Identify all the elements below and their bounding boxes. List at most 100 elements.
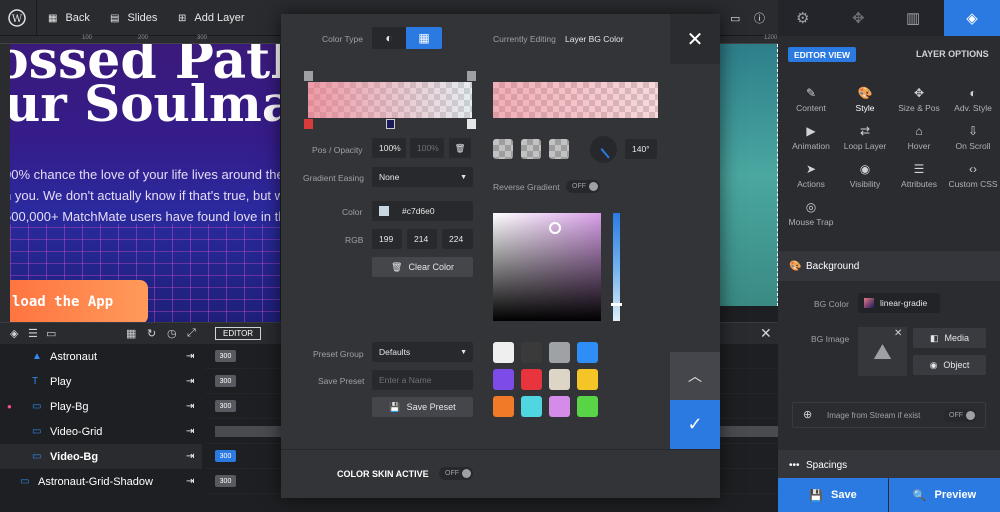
preset-swatch[interactable] — [549, 342, 570, 363]
back-button[interactable]: ▦ Back — [48, 0, 90, 36]
layer-row[interactable]: ▭ Video-Bg ⇥ — [0, 444, 202, 469]
chevron-up-icon[interactable]: ︿ — [670, 352, 720, 400]
opacity-input[interactable]: 100% — [410, 138, 444, 158]
editor-view-button[interactable]: EDITOR VIEW — [788, 47, 857, 62]
tool-content[interactable]: ✎ Content — [782, 86, 840, 113]
preset-swatch[interactable] — [521, 369, 542, 390]
refresh-icon[interactable]: ↻ — [147, 327, 156, 340]
preset-name-input[interactable]: Enter a Name — [372, 370, 473, 390]
color-stop-right[interactable] — [467, 119, 476, 129]
remove-image-icon[interactable]: ✕ — [894, 328, 902, 339]
list-view-icon[interactable]: ☰ — [28, 327, 38, 340]
media-button[interactable]: ◧ Media — [913, 328, 986, 348]
tool-visibility[interactable]: ◉ Visibility — [836, 162, 894, 189]
layer-row[interactable]: T Play ⇥ — [0, 369, 202, 394]
help-icon[interactable]: ⓘ — [754, 0, 765, 36]
confirm-check-icon[interactable]: ✓ — [670, 400, 720, 449]
angle-dial[interactable] — [590, 136, 617, 163]
reverse-gradient-toggle[interactable]: OFF — [566, 180, 600, 193]
tool-adv-style[interactable]: ◐ Adv. Style — [944, 86, 1000, 113]
color-stop-left[interactable] — [304, 119, 313, 129]
save-button[interactable]: 💾 Save — [778, 478, 888, 512]
hero-paragraph[interactable]: 00% chance the love of your life lives a… — [10, 164, 280, 227]
canvas-video-area[interactable] — [720, 44, 778, 306]
duration-badge[interactable]: 300 — [215, 450, 236, 462]
angle-input[interactable]: 140° — [625, 139, 657, 159]
preset-swatch[interactable] — [493, 396, 514, 417]
color-stop-mid[interactable] — [386, 119, 395, 129]
arrow-right-icon[interactable]: ⇥ — [186, 401, 194, 412]
gradient-color-icon[interactable]: ▦ — [406, 27, 442, 49]
slides-button[interactable]: ▤ Slides — [110, 0, 157, 36]
layers-icon[interactable]: ◈ — [10, 327, 18, 340]
arrow-right-icon[interactable]: ⇥ — [186, 426, 194, 437]
preset-swatch[interactable] — [521, 342, 542, 363]
expand-icon[interactable]: ⤢ — [187, 327, 196, 340]
tool-actions[interactable]: ➤ Actions — [782, 162, 840, 189]
close-timeline-icon[interactable]: ✕ — [760, 325, 772, 342]
tool-style[interactable]: 🎨 Style — [836, 86, 894, 113]
tool-hover[interactable]: ⌂ Hover — [890, 124, 948, 151]
spacings-section[interactable]: ••• Spacings — [778, 450, 1000, 480]
hero-title-line2[interactable]: ur Soulmate — [10, 74, 280, 133]
easing-select[interactable]: None ▼ — [372, 167, 473, 187]
slide-canvas[interactable]: ossed Paths ur Soulmate 00% chance the l… — [10, 44, 280, 322]
tool-size-pos[interactable]: ✥ Size & Pos — [890, 86, 948, 113]
move-icon[interactable]: ✥ — [852, 9, 865, 27]
grid-toggle-icon[interactable]: ▦ — [126, 327, 136, 340]
preset-swatch[interactable] — [577, 396, 598, 417]
clear-color-button[interactable]: 🗑 Clear Color — [372, 257, 473, 277]
gear-icon[interactable]: ⚙ — [796, 9, 809, 27]
arrow-right-icon[interactable]: ⇥ — [186, 476, 194, 487]
media-icon[interactable]: ▥ — [906, 9, 920, 27]
stream-toggle[interactable]: OFF — [943, 409, 977, 422]
hue-slider[interactable] — [611, 213, 622, 321]
duration-badge[interactable]: 300 — [215, 375, 236, 387]
tool-loop-layer[interactable]: ⇄ Loop Layer — [836, 124, 894, 151]
red-input[interactable]: 199 — [372, 229, 402, 249]
color-hex-input[interactable]: #c7d6e0 — [372, 201, 473, 221]
tool-attributes[interactable]: ☰ Attributes — [890, 162, 948, 189]
preview-button[interactable]: 🔍 Preview — [889, 478, 1000, 512]
preset-group-select[interactable]: Defaults ▼ — [372, 342, 473, 362]
preset-swatch[interactable] — [549, 396, 570, 417]
background-section[interactable]: 🎨 Background — [778, 251, 1000, 281]
preset-swatch[interactable] — [493, 369, 514, 390]
gradient-preset-2[interactable] — [521, 139, 541, 159]
delete-stop-icon[interactable]: 🗑 — [449, 138, 471, 158]
gradient-preset-1[interactable] — [493, 139, 513, 159]
opacity-stop-right[interactable] — [467, 71, 476, 81]
folder-icon[interactable]: ▭ — [46, 327, 56, 340]
editor-badge[interactable]: EDITOR — [215, 327, 262, 340]
green-input[interactable]: 214 — [407, 229, 437, 249]
object-button[interactable]: ◉ Object — [913, 355, 986, 375]
layer-row[interactable]: ▭ Astronaut-Grid-Shadow ⇥ — [0, 469, 202, 494]
add-layer-button[interactable]: ⊞ Add Layer — [178, 0, 245, 36]
saturation-picker[interactable] — [493, 213, 601, 321]
solid-color-icon[interactable]: ◐ — [372, 27, 406, 49]
arrow-right-icon[interactable]: ⇥ — [186, 351, 194, 362]
position-input[interactable]: 100% — [372, 138, 406, 158]
layer-row[interactable]: ▭ Video-Grid ⇥ — [0, 419, 202, 444]
preset-swatch[interactable] — [577, 342, 598, 363]
preset-swatch[interactable] — [549, 369, 570, 390]
timer-icon[interactable]: ◷ — [167, 327, 177, 340]
preset-swatch[interactable] — [521, 396, 542, 417]
arrow-right-icon[interactable]: ⇥ — [186, 451, 194, 462]
gradient-editor-bar[interactable] — [308, 82, 472, 118]
blue-input[interactable]: 224 — [442, 229, 473, 249]
tool-mouse-trap[interactable]: ◎ Mouse Trap — [782, 200, 840, 227]
layers-tab-icon[interactable]: ◈ — [944, 0, 1000, 36]
color-skin-toggle[interactable]: OFF — [439, 467, 473, 480]
wordpress-logo-icon[interactable]: W — [8, 0, 26, 36]
tool-animation[interactable]: ▶ Animation — [782, 124, 840, 151]
layer-row[interactable]: ● ▭ Play-Bg ⇥ — [0, 394, 202, 419]
device-desktop-icon[interactable]: ▭ — [730, 0, 740, 36]
tool-on-scroll[interactable]: ⇩ On Scroll — [944, 124, 1000, 151]
preset-swatch[interactable] — [493, 342, 514, 363]
preset-swatch[interactable] — [577, 369, 598, 390]
download-app-button[interactable]: load the App — [10, 280, 148, 322]
arrow-right-icon[interactable]: ⇥ — [186, 376, 194, 387]
opacity-stop-left[interactable] — [304, 71, 313, 81]
duration-badge[interactable]: 300 — [215, 400, 236, 412]
